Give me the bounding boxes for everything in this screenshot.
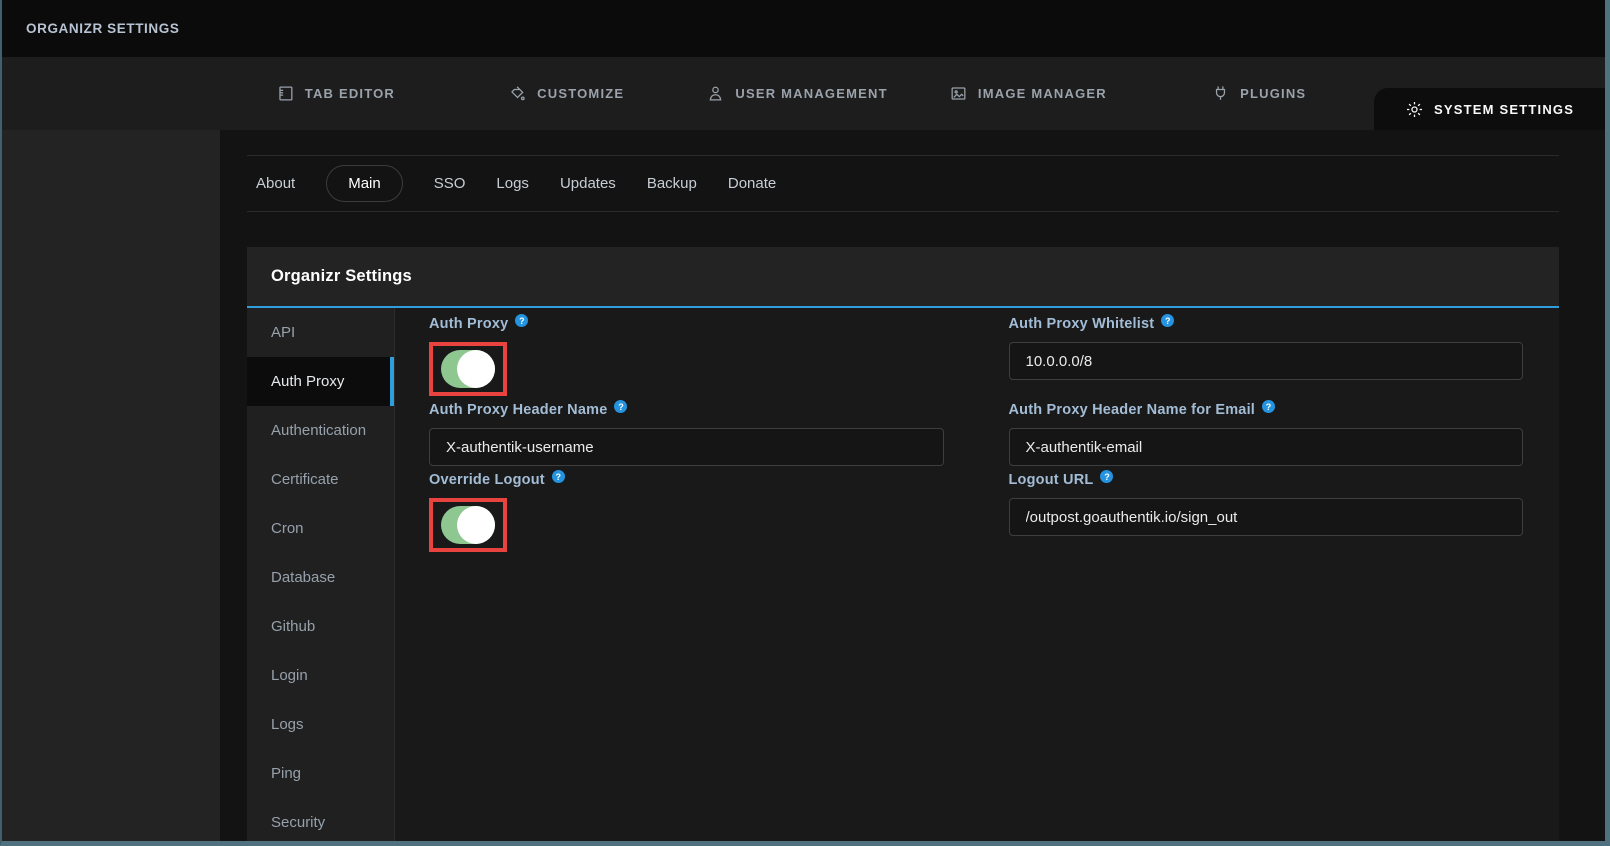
- tab-tab-editor[interactable]: TAB EDITOR: [220, 57, 451, 130]
- help-icon[interactable]: ?: [614, 400, 627, 413]
- plugins-icon: [1211, 84, 1230, 103]
- panel-title: Organizr Settings: [271, 267, 412, 286]
- main-area: About Main SSO Logs Updates Backup Donat…: [2, 130, 1605, 841]
- help-icon[interactable]: ?: [1161, 314, 1174, 327]
- help-icon[interactable]: ?: [1100, 470, 1113, 483]
- sidebar-item-database[interactable]: Database: [247, 553, 394, 602]
- sidebar-item-security[interactable]: Security: [247, 798, 394, 846]
- panel-body: API Auth Proxy Authentication Certificat…: [247, 308, 1559, 841]
- field-auth-proxy: Auth Proxy ?: [429, 316, 944, 396]
- subtab-backup[interactable]: Backup: [647, 175, 697, 192]
- field-label: Auth Proxy Whitelist: [1009, 316, 1155, 332]
- customize-icon: [508, 84, 527, 103]
- subtab-main[interactable]: Main: [326, 165, 403, 202]
- sidebar-item-auth-proxy[interactable]: Auth Proxy: [247, 357, 394, 406]
- logout-url-input[interactable]: [1009, 498, 1524, 536]
- subtab-about[interactable]: About: [256, 175, 295, 192]
- tab-label: SYSTEM SETTINGS: [1434, 102, 1574, 117]
- sidebar-item-github[interactable]: Github: [247, 602, 394, 651]
- user-management-icon: [706, 84, 725, 103]
- auth-proxy-toggle[interactable]: [441, 350, 495, 388]
- sidebar-item-login[interactable]: Login: [247, 651, 394, 700]
- field-label: Auth Proxy Header Name: [429, 402, 607, 418]
- tab-label: USER MANAGEMENT: [735, 86, 887, 101]
- auth-proxy-email-header-input[interactable]: [1009, 428, 1524, 466]
- subtab-donate[interactable]: Donate: [728, 175, 776, 192]
- tab-editor-icon: [276, 84, 295, 103]
- subtab-updates[interactable]: Updates: [560, 175, 616, 192]
- field-override-logout: Override Logout ?: [429, 472, 944, 552]
- field-auth-proxy-header-name-email: Auth Proxy Header Name for Email ?: [1009, 402, 1524, 466]
- auth-proxy-whitelist-input[interactable]: [1009, 342, 1524, 380]
- subtab-sso[interactable]: SSO: [434, 175, 466, 192]
- tab-image-manager[interactable]: IMAGE MANAGER: [912, 57, 1143, 130]
- annotation-highlight-box: [429, 498, 507, 552]
- field-auth-proxy-whitelist: Auth Proxy Whitelist ?: [1009, 316, 1524, 396]
- tab-system-settings[interactable]: SYSTEM SETTINGS: [1374, 88, 1605, 130]
- main-tab-bar: TAB EDITOR CUSTOMIZE USER MANAGEMENT IMA…: [2, 57, 1605, 130]
- tab-label: PLUGINS: [1240, 86, 1306, 101]
- sidebar-item-certificate[interactable]: Certificate: [247, 455, 394, 504]
- field-auth-proxy-header-name: Auth Proxy Header Name ?: [429, 402, 944, 466]
- tab-plugins[interactable]: PLUGINS: [1143, 57, 1374, 130]
- page-title: ORGANIZR SETTINGS: [26, 21, 179, 36]
- sidebar-item-api[interactable]: API: [247, 308, 394, 357]
- field-label: Logout URL: [1009, 472, 1094, 488]
- tab-label: CUSTOMIZE: [537, 86, 624, 101]
- override-logout-toggle[interactable]: [441, 506, 495, 544]
- settings-section-list: API Auth Proxy Authentication Certificat…: [247, 308, 395, 841]
- toggle-knob: [457, 350, 495, 388]
- system-settings-content: About Main SSO Logs Updates Backup Donat…: [220, 130, 1605, 841]
- help-icon[interactable]: ?: [552, 470, 565, 483]
- subtab-logs[interactable]: Logs: [496, 175, 529, 192]
- field-label: Auth Proxy: [429, 316, 508, 332]
- tab-label: TAB EDITOR: [305, 86, 395, 101]
- field-label: Override Logout: [429, 472, 545, 488]
- panel-header: Organizr Settings: [247, 247, 1559, 308]
- gear-icon: [1405, 100, 1424, 119]
- annotation-highlight-box: [429, 342, 507, 396]
- sidebar-item-cron[interactable]: Cron: [247, 504, 394, 553]
- field-label: Auth Proxy Header Name for Email: [1009, 402, 1256, 418]
- settings-subtab-bar: About Main SSO Logs Updates Backup Donat…: [247, 155, 1559, 212]
- sidebar-item-ping[interactable]: Ping: [247, 749, 394, 798]
- left-rail: [2, 130, 220, 841]
- titlebar: ORGANIZR SETTINGS: [2, 0, 1605, 57]
- auth-proxy-header-name-input[interactable]: [429, 428, 944, 466]
- help-icon[interactable]: ?: [1262, 400, 1275, 413]
- sidebar-item-authentication[interactable]: Authentication: [247, 406, 394, 455]
- help-icon[interactable]: ?: [515, 314, 528, 327]
- tab-label: IMAGE MANAGER: [978, 86, 1107, 101]
- image-manager-icon: [949, 84, 968, 103]
- field-logout-url: Logout URL ?: [1009, 472, 1524, 552]
- sidebar-item-logs[interactable]: Logs: [247, 700, 394, 749]
- tab-user-management[interactable]: USER MANAGEMENT: [682, 57, 913, 130]
- organizr-settings-panel: Organizr Settings API Auth Proxy Authent…: [247, 247, 1559, 841]
- auth-proxy-form: Auth Proxy ? Auth Proxy Whitelist ?: [395, 308, 1559, 841]
- toggle-knob: [457, 506, 495, 544]
- organizr-settings-window: ORGANIZR SETTINGS TAB EDITOR CUSTOMIZE U…: [0, 0, 1610, 846]
- tab-customize[interactable]: CUSTOMIZE: [451, 57, 682, 130]
